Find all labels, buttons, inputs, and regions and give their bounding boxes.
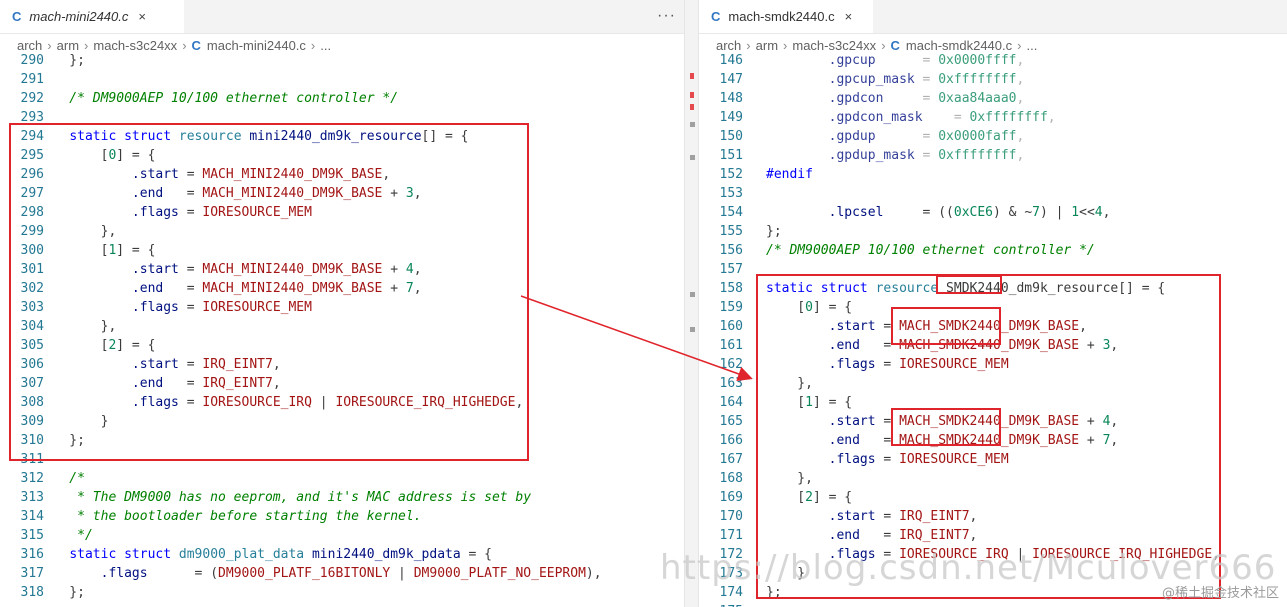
line-number: 169 xyxy=(719,490,743,505)
line-number: 164 xyxy=(719,395,743,410)
code-line[interactable]: 291 xyxy=(0,70,684,89)
code-text: * The DM9000 has no eeprom, and it's MAC… xyxy=(38,490,532,505)
line-number: 162 xyxy=(719,357,743,372)
code-line[interactable]: 149 .gpdcon_mask = 0xffffffff, xyxy=(699,108,1287,127)
line-number: 291 xyxy=(20,72,44,87)
code-text: #endif xyxy=(766,167,813,182)
code-text: * the bootloader before starting the ker… xyxy=(38,509,422,524)
annotation-box-left-block xyxy=(9,123,529,461)
code-text: }; xyxy=(38,585,85,600)
diff-marker xyxy=(690,73,694,79)
code-line[interactable]: 154 .lpcsel = ((0xCE6) & ~7) | 1<<4, xyxy=(699,203,1287,222)
code-line[interactable]: 150 .gpdup = 0x0000faff, xyxy=(699,127,1287,146)
annotation-box-smdk-macro-1 xyxy=(891,307,1001,345)
code-line[interactable]: 313 * The DM9000 has no eeprom, and it's… xyxy=(0,488,684,507)
line-number: 149 xyxy=(719,110,743,125)
code-text: .gpcup_mask = 0xffffffff, xyxy=(828,72,1025,87)
annotation-box-smdk-macro-2 xyxy=(891,408,1001,446)
line-number: 153 xyxy=(719,186,743,201)
code-text: .flags = (DM9000_PLATF_16BITONLY | DM900… xyxy=(100,566,602,581)
code-text: /* DM9000AEP 10/100 ethernet controller … xyxy=(766,243,1095,258)
code-line[interactable]: 151 .gpdup_mask = 0xffffffff, xyxy=(699,146,1287,165)
annotation-box-smdk-name xyxy=(936,275,1002,294)
code-line[interactable]: 146 .gpcup = 0x0000ffff, xyxy=(699,51,1287,70)
line-number: 151 xyxy=(719,148,743,163)
left-tab-bar: C mach-mini2440.c × ··· xyxy=(0,0,684,34)
code-text: static struct dm9000_plat_data mini2440_… xyxy=(69,547,492,562)
code-line[interactable]: 292 /* DM9000AEP 10/100 ethernet control… xyxy=(0,89,684,108)
line-number: 146 xyxy=(719,53,743,68)
tab-title: mach-mini2440.c xyxy=(29,9,129,24)
code-line[interactable]: 316 static struct dm9000_plat_data mini2… xyxy=(0,545,684,564)
split-divider[interactable] xyxy=(684,0,699,607)
code-text: .gpdcon_mask = 0xffffffff, xyxy=(828,110,1056,125)
scroll-marker xyxy=(690,292,695,297)
brand-watermark: @稀土掘金技术社区 xyxy=(1161,586,1279,601)
code-line[interactable]: 155}; xyxy=(699,222,1287,241)
line-number: 166 xyxy=(719,433,743,448)
line-number: 170 xyxy=(719,509,743,524)
right-tab-bar: C mach-smdk2440.c × xyxy=(699,0,1287,34)
code-text: .gpdcon = 0xaa84aaa0, xyxy=(828,91,1025,106)
code-line[interactable]: 312 /* xyxy=(0,469,684,488)
code-line[interactable]: 153 xyxy=(699,184,1287,203)
line-number: 159 xyxy=(719,300,743,315)
line-number: 150 xyxy=(719,129,743,144)
line-number: 167 xyxy=(719,452,743,467)
line-number: 171 xyxy=(719,528,743,543)
code-line[interactable]: 175 xyxy=(699,602,1287,607)
code-text: }; xyxy=(766,224,782,239)
scroll-marker xyxy=(690,327,695,332)
code-text: /* DM9000AEP 10/100 ethernet controller … xyxy=(38,91,399,106)
code-line[interactable]: 318 }; xyxy=(0,583,684,602)
line-number: 168 xyxy=(719,471,743,486)
code-line[interactable]: 290 }; xyxy=(0,51,684,70)
code-text: .lpcsel = ((0xCE6) & ~7) | 1<<4, xyxy=(828,205,1111,220)
line-number: 158 xyxy=(719,281,743,296)
line-number: 163 xyxy=(719,376,743,391)
line-number: 160 xyxy=(719,319,743,334)
line-number: 165 xyxy=(719,414,743,429)
code-line[interactable]: 315 */ xyxy=(0,526,684,545)
code-line[interactable]: 148 .gpdcon = 0xaa84aaa0, xyxy=(699,89,1287,108)
c-file-icon: C xyxy=(711,9,721,24)
code-line[interactable]: 156 /* DM9000AEP 10/100 ethernet controll… xyxy=(699,241,1287,260)
code-text: /* xyxy=(38,471,85,486)
c-file-icon: C xyxy=(12,9,22,24)
line-number: 148 xyxy=(719,91,743,106)
code-text: .gpcup = 0x0000ffff, xyxy=(828,53,1025,68)
code-text: }; xyxy=(38,53,85,68)
line-number: 152 xyxy=(719,167,743,182)
close-icon[interactable]: × xyxy=(845,9,853,24)
diff-marker xyxy=(690,92,694,98)
tab-title: mach-smdk2440.c xyxy=(728,9,835,24)
code-text: */ xyxy=(38,528,93,543)
line-number: 154 xyxy=(719,205,743,220)
scroll-marker xyxy=(690,155,695,160)
tab-mach-mini2440[interactable]: C mach-mini2440.c × xyxy=(0,0,184,33)
line-number: 156 xyxy=(719,243,743,258)
line-number: 157 xyxy=(719,262,743,277)
code-line[interactable]: 317 .flags = (DM9000_PLATF_16BITONLY | D… xyxy=(0,564,684,583)
line-number: 147 xyxy=(719,72,743,87)
line-number: 175 xyxy=(699,602,743,607)
tab-mach-smdk2440[interactable]: C mach-smdk2440.c × xyxy=(699,0,873,33)
close-icon[interactable]: × xyxy=(138,9,146,24)
line-number: 161 xyxy=(719,338,743,353)
code-line[interactable]: 152 #endif xyxy=(699,165,1287,184)
code-text: .gpdup = 0x0000faff, xyxy=(828,129,1025,144)
more-actions-icon[interactable]: ··· xyxy=(657,7,676,25)
diff-marker xyxy=(690,104,694,110)
code-line[interactable]: 147 .gpcup_mask = 0xffffffff, xyxy=(699,70,1287,89)
scroll-marker xyxy=(690,122,695,127)
code-line[interactable]: 314 * the bootloader before starting the… xyxy=(0,507,684,526)
code-text: .gpdup_mask = 0xffffffff, xyxy=(828,148,1025,163)
line-number: 155 xyxy=(719,224,743,239)
